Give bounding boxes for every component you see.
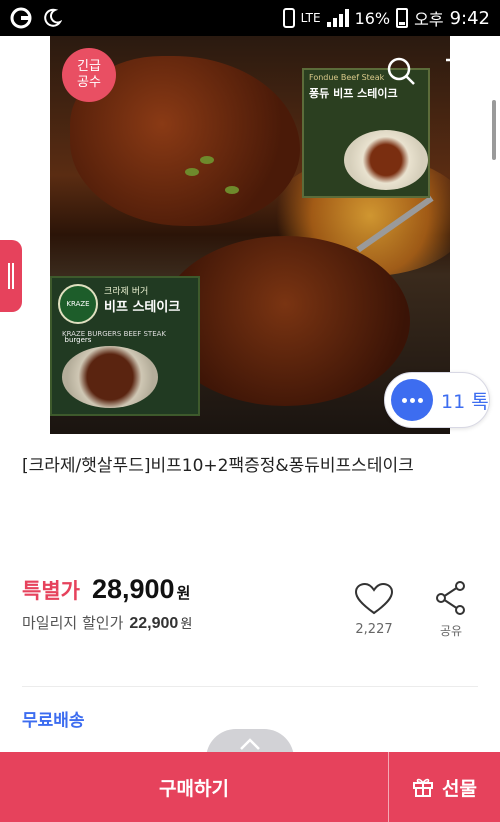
side-menu-tab[interactable] xyxy=(0,240,22,312)
product-package-kraze: KRAZE burgers 크라제 버거 비프 스테이크 KRAZE BURGE… xyxy=(50,276,200,416)
like-count: 2,227 xyxy=(355,622,393,637)
gift-icon xyxy=(413,778,434,797)
gift-button[interactable]: 선물 xyxy=(389,752,500,822)
battery-icon xyxy=(396,8,409,28)
price-unit: 원 xyxy=(176,584,191,602)
signal-icon xyxy=(326,9,349,27)
chevron-up-icon xyxy=(240,738,260,750)
battery-percent: 16% xyxy=(354,8,391,28)
gift-label: 선물 xyxy=(442,777,477,800)
network-type: LTE xyxy=(300,11,321,25)
bottom-action-bar: 구매하기 선물 xyxy=(0,752,500,822)
price-row: 특별가 28,900 원 xyxy=(22,574,190,605)
search-icon[interactable] xyxy=(386,56,416,86)
product-package-fondue: Fondue Beef Steak 퐁듀 비프 스테이크 xyxy=(302,68,430,198)
divider xyxy=(22,686,478,687)
app-logo-icon xyxy=(10,7,32,29)
product-title: [크라제/햇살푸드]비프10+2팩증정&퐁듀비프스테이크 xyxy=(22,456,414,476)
mileage-row: 마일리지 할인가 22,900 원 xyxy=(22,612,192,633)
free-shipping-label: 무료배송 xyxy=(22,711,85,731)
mileage-label: 마일리지 할인가 xyxy=(22,614,124,632)
special-price-label: 특별가 xyxy=(22,579,80,603)
share-label: 공유 xyxy=(439,624,463,638)
heart-icon[interactable] xyxy=(354,582,394,616)
buy-button[interactable]: 구매하기 xyxy=(0,752,388,822)
special-price: 28,900 xyxy=(91,574,175,604)
clock: 9:42 xyxy=(449,7,490,29)
scrollbar[interactable] xyxy=(492,100,496,160)
chat-bubble-icon xyxy=(391,379,433,421)
back-arrow-icon[interactable] xyxy=(20,56,50,86)
share-icon[interactable] xyxy=(434,580,468,616)
mileage-unit: 원 xyxy=(180,617,193,632)
cart-icon[interactable] xyxy=(444,56,480,90)
time-ampm: 오후 xyxy=(414,10,444,29)
status-bar: LTE 16% 오후 9:42 xyxy=(0,0,500,36)
moon-icon xyxy=(44,8,62,27)
vibrate-icon xyxy=(282,8,295,28)
chat-talk-button[interactable]: 11 톡 xyxy=(384,372,490,428)
urgent-badge: 긴급 공수 xyxy=(62,48,116,102)
mileage-price: 22,900 xyxy=(129,615,179,632)
product-photo[interactable]: Fondue Beef Steak 퐁듀 비프 스테이크 KRAZE burge… xyxy=(50,36,450,434)
chat-count: 11 톡 xyxy=(441,390,489,413)
